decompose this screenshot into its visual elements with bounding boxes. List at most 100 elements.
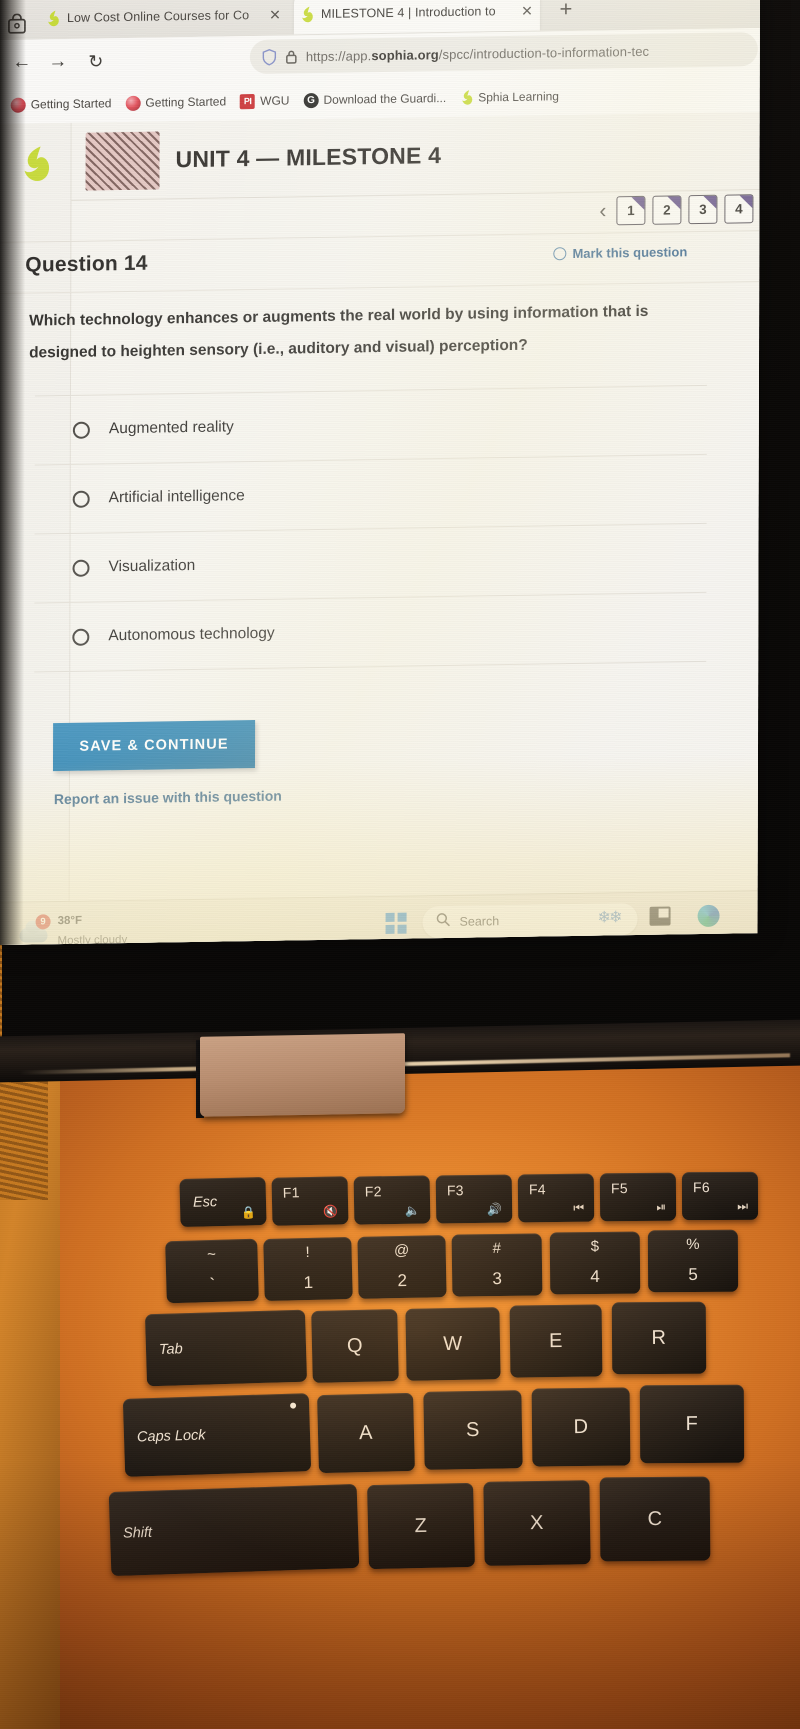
search-input[interactable]: Search <box>460 914 500 929</box>
key-x[interactable]: X <box>483 1480 591 1566</box>
key-a[interactable]: A <box>317 1392 415 1474</box>
key-tab[interactable]: Tab <box>144 1309 308 1387</box>
windows-logo-icon[interactable] <box>385 912 407 934</box>
question-heading: Question 14 <box>25 251 148 277</box>
key-shift[interactable]: Shift <box>108 1483 360 1577</box>
tab-title: MILESTONE 4 | Introduction to <box>320 4 496 21</box>
answer-option[interactable]: Artificial intelligence <box>34 454 707 535</box>
key-e[interactable]: E <box>509 1304 603 1378</box>
answer-label: Augmented reality <box>108 418 234 438</box>
question-pagination: ‹ 1 2 3 4 <box>599 194 754 226</box>
answer-label: Autonomous technology <box>108 624 275 645</box>
key-4[interactable]: $ 4 <box>549 1231 641 1295</box>
answer-option[interactable]: Autonomous technology <box>34 592 707 673</box>
bookmark-sophia-learning[interactable]: Sphia Learning <box>455 86 564 109</box>
key-label-shifted: $ <box>590 1237 600 1256</box>
bookmark-label: WGU <box>260 93 290 108</box>
browser-tab-inactive[interactable]: Low Cost Online Courses for Co ✕ <box>40 0 288 38</box>
close-icon[interactable]: ✕ <box>521 3 533 19</box>
key-label: ` <box>209 1274 216 1295</box>
key-esc[interactable]: Esc 🔒 <box>179 1176 267 1228</box>
snowflake-icon[interactable]: ❄❄ <box>598 907 621 927</box>
taskbar-weather-widget[interactable]: 9 38°F Mostly cloudy <box>19 909 128 945</box>
key-label: C <box>647 1507 663 1530</box>
key-f4[interactable]: F4 ⏮ <box>517 1173 595 1223</box>
laptop-hinge <box>200 1033 405 1117</box>
lock-icon <box>285 49 298 64</box>
browser-tab-active[interactable]: MILESTONE 4 | Introduction to ✕ <box>293 0 541 35</box>
cloud-icon: 9 <box>19 914 51 944</box>
edge-browser-icon[interactable] <box>697 904 720 928</box>
key-2[interactable]: @ 2 <box>357 1235 447 1299</box>
caps-lock-indicator <box>290 1402 297 1409</box>
key-d[interactable]: D <box>531 1387 631 1467</box>
bookmark-getting-started-2[interactable]: Getting Started <box>120 92 231 113</box>
shield-icon[interactable] <box>262 48 277 66</box>
radio-icon[interactable] <box>72 490 90 508</box>
key-backtick[interactable]: ~ ` <box>165 1238 259 1304</box>
back-icon[interactable]: ← <box>8 48 36 76</box>
sophia-logo[interactable] <box>22 145 50 183</box>
pi-icon: PI <box>240 93 256 109</box>
key-label: Q <box>346 1334 364 1357</box>
key-f3[interactable]: F3 🔊 <box>435 1174 513 1224</box>
page-button-1[interactable]: 1 <box>616 195 646 226</box>
weather-temperature: 38°F <box>57 914 83 928</box>
laptop-screen: Low Cost Online Courses for Co ✕ MILESTO… <box>0 0 760 946</box>
bookmark-guardian[interactable]: G Download the Guardi... <box>298 88 451 109</box>
laptop-keyboard: Esc 🔒 F1 🔇 F2 🔈 F3 🔊 F4 ⏮ F5 ⏯ F6 ⏭ ~ ` … <box>0 1130 800 1729</box>
key-label: F2 <box>364 1183 382 1200</box>
url-text: https://app.sophia.org/spcc/introduction… <box>305 43 650 64</box>
key-z[interactable]: Z <box>367 1482 475 1570</box>
key-f1[interactable]: F1 🔇 <box>271 1176 349 1226</box>
file-explorer-icon[interactable] <box>649 906 671 926</box>
answer-option[interactable]: Visualization <box>34 523 707 604</box>
key-r[interactable]: R <box>611 1301 707 1375</box>
key-label: D <box>573 1415 589 1438</box>
bookmark-getting-started-1[interactable]: Getting Started <box>6 94 117 115</box>
save-and-continue-button[interactable]: SAVE & CONTINUE <box>52 719 256 772</box>
play-pause-icon: ⏯ <box>656 1199 667 1214</box>
key-w[interactable]: W <box>405 1307 501 1381</box>
password-vault-icon[interactable] <box>6 13 28 36</box>
key-f5[interactable]: F5 ⏯ <box>599 1172 677 1222</box>
bookmark-wgu[interactable]: PI WGU <box>235 91 294 111</box>
report-issue-link[interactable]: Report an issue with this question <box>54 788 282 808</box>
page-title: UNIT 4 — MILESTONE 4 <box>175 142 442 173</box>
key-f2[interactable]: F2 🔈 <box>353 1175 431 1225</box>
answer-options: Augmented reality Artificial intelligenc… <box>34 384 707 673</box>
new-tab-button[interactable]: + <box>552 0 580 24</box>
key-f[interactable]: F <box>639 1384 745 1464</box>
mark-radio-icon[interactable] <box>553 247 567 261</box>
page-button-4[interactable]: 4 <box>724 194 754 224</box>
volume-up-icon: 🔊 <box>487 1202 503 1217</box>
key-5[interactable]: % 5 <box>647 1229 739 1293</box>
key-label: 2 <box>397 1270 408 1291</box>
chevron-left-icon[interactable]: ‹ <box>599 199 609 222</box>
key-c[interactable]: C <box>599 1476 711 1562</box>
firefox-icon <box>10 97 26 113</box>
bookmark-label: Sphia Learning <box>478 89 559 105</box>
key-label: Z <box>414 1514 428 1537</box>
photo-scene: Low Cost Online Courses for Co ✕ MILESTO… <box>0 0 800 1729</box>
close-icon[interactable]: ✕ <box>269 7 281 23</box>
key-label-shifted: @ <box>393 1241 410 1260</box>
key-3[interactable]: # 3 <box>451 1233 543 1297</box>
reload-icon[interactable]: ↻ <box>82 47 110 75</box>
mark-this-question[interactable]: Mark this question <box>553 244 687 261</box>
forward-icon[interactable]: → <box>44 48 72 76</box>
radio-icon[interactable] <box>72 628 90 646</box>
page-button-3[interactable]: 3 <box>688 194 718 225</box>
key-1[interactable]: ! 1 <box>263 1236 353 1302</box>
volume-down-icon: 🔈 <box>405 1203 421 1218</box>
radio-icon[interactable] <box>72 559 90 577</box>
radio-icon[interactable] <box>72 421 90 439</box>
key-label: 5 <box>688 1264 698 1285</box>
key-q[interactable]: Q <box>311 1309 399 1383</box>
page-button-2[interactable]: 2 <box>652 195 682 225</box>
key-caps-lock[interactable]: Caps Lock <box>122 1393 312 1477</box>
answer-label: Artificial intelligence <box>108 487 245 507</box>
key-s[interactable]: S <box>423 1390 523 1470</box>
key-f6[interactable]: F6 ⏭ <box>681 1171 759 1221</box>
answer-option[interactable]: Augmented reality <box>34 385 707 466</box>
